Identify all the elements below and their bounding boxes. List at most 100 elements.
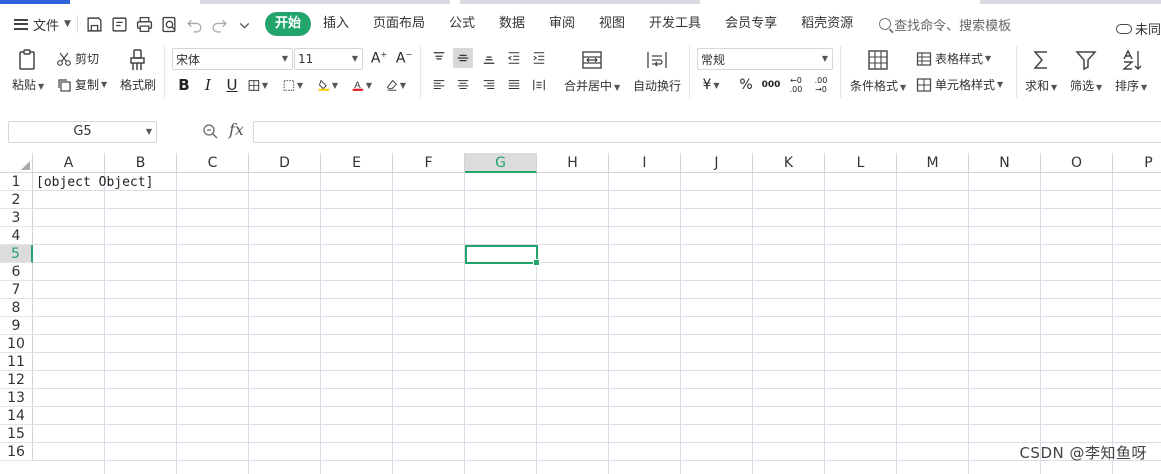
fill-color-button[interactable]: ▼ bbox=[318, 75, 338, 95]
row-header-6[interactable]: 6 bbox=[0, 263, 33, 281]
align-top-button[interactable] bbox=[429, 48, 449, 68]
tab-resources[interactable]: 稻壳资源 bbox=[789, 12, 865, 36]
increase-font-button[interactable]: A+ bbox=[369, 48, 389, 68]
redo-icon[interactable] bbox=[211, 16, 228, 33]
tab-insert[interactable]: 插入 bbox=[311, 12, 361, 36]
column-header-d[interactable]: D bbox=[249, 153, 321, 173]
increase-indent-button[interactable] bbox=[529, 48, 549, 68]
conditional-format-button[interactable]: 条件格式 ▼ bbox=[850, 48, 906, 94]
column-gridline bbox=[1112, 173, 1113, 474]
customize-toolbar-icon[interactable] bbox=[236, 16, 253, 33]
command-search[interactable]: 查找命令、搜索模板 bbox=[879, 15, 1011, 34]
save-icon[interactable] bbox=[86, 16, 103, 33]
column-header-n[interactable]: N bbox=[969, 153, 1041, 173]
column-header-e[interactable]: E bbox=[321, 153, 393, 173]
cell-a1[interactable]: [object Object] bbox=[36, 174, 153, 192]
row-header-14[interactable]: 14 bbox=[0, 407, 33, 425]
decrease-decimal-button[interactable]: .00 →0 bbox=[811, 75, 831, 95]
italic-button[interactable]: I bbox=[198, 75, 218, 95]
file-menu[interactable]: 文件 ▼ bbox=[14, 12, 71, 36]
insert-function-button[interactable]: fx bbox=[229, 120, 244, 139]
column-header-f[interactable]: F bbox=[393, 153, 465, 173]
row-header-8[interactable]: 8 bbox=[0, 299, 33, 317]
decrease-indent-button[interactable] bbox=[504, 48, 524, 68]
number-format-select[interactable]: 常规 ▼ bbox=[697, 48, 833, 70]
row-header-3[interactable]: 3 bbox=[0, 209, 33, 227]
justify-button[interactable] bbox=[504, 75, 524, 95]
percent-button[interactable]: % bbox=[736, 75, 756, 95]
column-header-m[interactable]: M bbox=[897, 153, 969, 173]
tab-page-layout[interactable]: 页面布局 bbox=[361, 12, 437, 36]
row-header-12[interactable]: 12 bbox=[0, 371, 33, 389]
row-header-4[interactable]: 4 bbox=[0, 227, 33, 245]
undo-icon[interactable] bbox=[186, 16, 203, 33]
selected-cell[interactable] bbox=[465, 245, 540, 266]
tab-home[interactable]: 开始 bbox=[264, 12, 311, 36]
distributed-align-button[interactable] bbox=[529, 75, 549, 95]
column-header-b[interactable]: B bbox=[105, 153, 177, 173]
select-all-button[interactable] bbox=[0, 153, 33, 173]
borders-button[interactable]: ▼ bbox=[248, 75, 268, 95]
wrap-text-button[interactable]: 自动换行 bbox=[633, 48, 681, 94]
clear-button[interactable]: ▼ bbox=[386, 75, 406, 95]
column-header-p[interactable]: P bbox=[1113, 153, 1161, 173]
column-header-o[interactable]: O bbox=[1041, 153, 1113, 173]
zoom-icon[interactable] bbox=[202, 123, 218, 139]
align-center-button[interactable] bbox=[453, 75, 473, 95]
column-header-k[interactable]: K bbox=[753, 153, 825, 173]
column-header-c[interactable]: C bbox=[177, 153, 249, 173]
align-left-button[interactable] bbox=[429, 75, 449, 95]
tab-member[interactable]: 会员专享 bbox=[713, 12, 789, 36]
increase-decimal-button[interactable]: ←0.00 bbox=[786, 75, 806, 95]
name-box[interactable]: G5 ▼ bbox=[8, 121, 157, 143]
export-pdf-icon[interactable] bbox=[111, 16, 128, 33]
table-style-button[interactable]: 表格样式 ▼ bbox=[916, 50, 991, 67]
paste-button[interactable]: 粘贴 ▼ bbox=[12, 48, 44, 93]
row-header-13[interactable]: 13 bbox=[0, 389, 33, 407]
align-bottom-button[interactable] bbox=[479, 48, 499, 68]
tab-data[interactable]: 数据 bbox=[487, 12, 537, 36]
sync-status[interactable]: 未同 bbox=[1115, 19, 1161, 38]
tab-view[interactable]: 视图 bbox=[587, 12, 637, 36]
column-header-a[interactable]: A bbox=[33, 153, 105, 173]
column-header-i[interactable]: I bbox=[609, 153, 681, 173]
row-header-5[interactable]: 5 bbox=[0, 245, 33, 263]
formula-input[interactable] bbox=[253, 121, 1161, 143]
cut-button[interactable]: 剪切 bbox=[56, 50, 99, 67]
decrease-font-button[interactable]: A− bbox=[394, 48, 414, 68]
format-painter-button[interactable]: 格式刷 bbox=[120, 48, 156, 93]
column-header-j[interactable]: J bbox=[681, 153, 753, 173]
merge-center-button[interactable]: 合并居中 ▼ bbox=[564, 48, 620, 94]
tab-developer[interactable]: 开发工具 bbox=[637, 12, 713, 36]
row-header-2[interactable]: 2 bbox=[0, 191, 33, 209]
underline-button[interactable]: U bbox=[222, 75, 242, 95]
sort-button[interactable]: 排序 ▼ bbox=[1115, 48, 1147, 94]
font-size-select[interactable]: 11 ▼ bbox=[294, 48, 363, 70]
column-header-g[interactable]: G bbox=[465, 153, 537, 173]
sum-button[interactable]: 求和 ▼ bbox=[1025, 48, 1057, 94]
font-color-button[interactable]: A ▼ bbox=[352, 75, 372, 95]
print-icon[interactable] bbox=[136, 16, 153, 33]
filter-button[interactable]: 筛选 ▼ bbox=[1070, 48, 1102, 94]
row-header-9[interactable]: 9 bbox=[0, 317, 33, 335]
column-header-h[interactable]: H bbox=[537, 153, 609, 173]
font-name-select[interactable]: 宋体 ▼ bbox=[172, 48, 293, 70]
bold-button[interactable]: B bbox=[174, 75, 194, 95]
special-effects-button[interactable]: ▼ bbox=[283, 75, 303, 95]
thousands-button[interactable]: 000 bbox=[761, 75, 781, 95]
row-header-15[interactable]: 15 bbox=[0, 425, 33, 443]
cell-style-button[interactable]: 单元格样式 ▼ bbox=[916, 76, 1003, 93]
copy-button[interactable]: 复制 ▼ bbox=[56, 76, 107, 93]
print-preview-icon[interactable] bbox=[161, 16, 178, 33]
align-middle-button[interactable] bbox=[453, 48, 473, 68]
tab-formulas[interactable]: 公式 bbox=[437, 12, 487, 36]
column-header-l[interactable]: L bbox=[825, 153, 897, 173]
tab-review[interactable]: 审阅 bbox=[537, 12, 587, 36]
row-header-1[interactable]: 1 bbox=[0, 173, 33, 191]
row-header-16[interactable]: 16 bbox=[0, 443, 33, 461]
align-right-button[interactable] bbox=[479, 75, 499, 95]
currency-button[interactable]: ¥ ▼ bbox=[701, 75, 721, 95]
row-header-10[interactable]: 10 bbox=[0, 335, 33, 353]
row-header-7[interactable]: 7 bbox=[0, 281, 33, 299]
row-header-11[interactable]: 11 bbox=[0, 353, 33, 371]
